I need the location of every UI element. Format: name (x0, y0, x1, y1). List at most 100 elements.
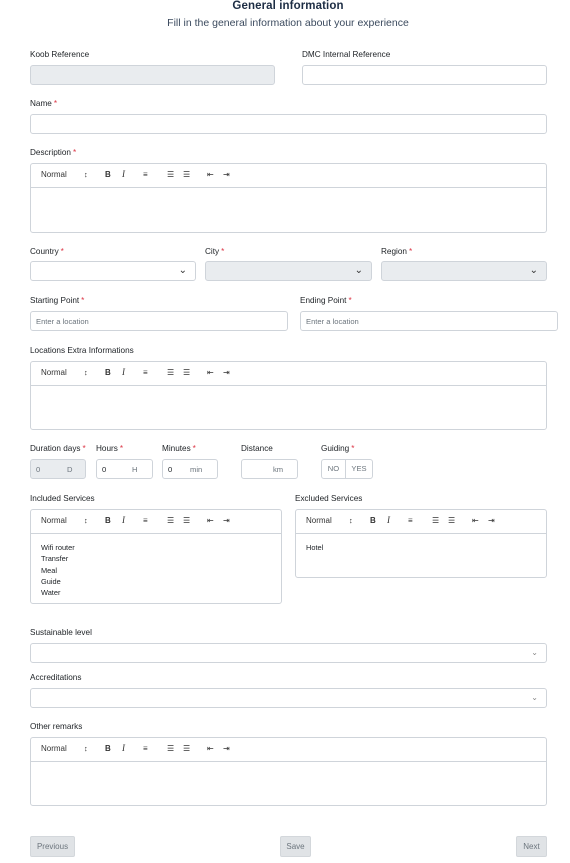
guiding-no-option[interactable]: NO (322, 460, 346, 478)
ordered-list-icon[interactable]: ☰ (167, 170, 174, 179)
koob-reference-input[interactable] (30, 65, 275, 85)
indent-icon[interactable]: ⇥ (223, 744, 230, 753)
format-select[interactable]: Normal (41, 516, 67, 525)
format-arrows-icon[interactable]: ↕ (349, 516, 353, 525)
included-services-label: Included Services (30, 494, 95, 503)
minutes-input[interactable]: 0 min (162, 459, 218, 479)
bullet-list-icon[interactable]: ☰ (183, 368, 190, 377)
outdent-icon[interactable]: ⇤ (207, 170, 214, 179)
bullet-list-icon[interactable]: ☰ (183, 516, 190, 525)
italic-button[interactable]: I (122, 367, 125, 377)
bold-button[interactable]: B (105, 744, 111, 753)
bullet-list-icon[interactable]: ☰ (448, 516, 455, 525)
ending-point-input[interactable]: Enter a location (300, 311, 558, 331)
guiding-toggle[interactable]: NO YES (321, 459, 373, 479)
city-select[interactable]: ⌄ (205, 261, 372, 281)
align-left-icon[interactable]: ≡ (143, 170, 148, 179)
name-input[interactable] (30, 114, 547, 134)
starting-point-placeholder: Enter a location (36, 317, 89, 326)
minutes-value: 0 (168, 465, 173, 474)
duration-days-value: 0 (36, 465, 41, 474)
distance-input[interactable]: km (241, 459, 298, 479)
chevron-down-icon: ⌄ (531, 693, 538, 702)
outdent-icon[interactable]: ⇤ (207, 516, 214, 525)
list-item: Water (41, 588, 61, 598)
included-services-content[interactable]: Wifi router Transfer Meal Guide Water (31, 534, 281, 606)
format-select[interactable]: Normal (41, 744, 67, 753)
bold-button[interactable]: B (105, 516, 111, 525)
bullet-list-icon[interactable]: ☰ (183, 170, 190, 179)
outdent-icon[interactable]: ⇤ (207, 744, 214, 753)
ordered-list-icon[interactable]: ☰ (167, 368, 174, 377)
italic-button[interactable]: I (387, 515, 390, 525)
ordered-list-icon[interactable]: ☰ (167, 744, 174, 753)
starting-point-input[interactable]: Enter a location (30, 311, 288, 331)
ending-point-label: Ending Point * (300, 296, 352, 305)
hours-unit: H (132, 465, 138, 474)
format-select[interactable]: Normal (306, 516, 332, 525)
sustainable-level-label: Sustainable level (30, 628, 92, 637)
editor-toolbar: Normal ↕ B I ≡ ☰ ☰ ⇤ ⇥ (31, 164, 546, 188)
ordered-list-icon[interactable]: ☰ (432, 516, 439, 525)
next-button[interactable]: Next (516, 836, 547, 857)
editor-toolbar: Normal ↕ B I ≡ ☰ ☰ ⇤ ⇥ (296, 510, 546, 534)
format-arrows-icon[interactable]: ↕ (84, 744, 88, 753)
city-label: City * (205, 247, 225, 256)
format-select[interactable]: Normal (41, 368, 67, 377)
italic-button[interactable]: I (122, 743, 125, 753)
page-subtitle: Fill in the general information about yo… (167, 17, 409, 29)
sustainable-level-select[interactable]: ⌄ (30, 643, 547, 663)
included-services-editor[interactable]: Normal ↕ B I ≡ ☰ ☰ ⇤ ⇥ Wifi router Trans… (30, 509, 282, 604)
bold-button[interactable]: B (105, 368, 111, 377)
starting-point-label: Starting Point * (30, 296, 85, 305)
excluded-services-content[interactable]: Hotel (296, 534, 546, 561)
indent-icon[interactable]: ⇥ (223, 516, 230, 525)
italic-button[interactable]: I (122, 515, 125, 525)
italic-button[interactable]: I (122, 169, 125, 179)
outdent-icon[interactable]: ⇤ (207, 368, 214, 377)
page-title: General information (232, 0, 344, 12)
duration-days-input[interactable]: 0 D (30, 459, 86, 479)
indent-icon[interactable]: ⇥ (223, 368, 230, 377)
format-arrows-icon[interactable]: ↕ (84, 368, 88, 377)
format-select[interactable]: Normal (41, 170, 67, 179)
align-left-icon[interactable]: ≡ (408, 516, 413, 525)
bold-button[interactable]: B (370, 516, 376, 525)
editor-toolbar: Normal ↕ B I ≡ ☰ ☰ ⇤ ⇥ (31, 510, 281, 534)
previous-button[interactable]: Previous (30, 836, 75, 857)
indent-icon[interactable]: ⇥ (488, 516, 495, 525)
bullet-list-icon[interactable]: ☰ (183, 744, 190, 753)
excluded-services-editor[interactable]: Normal ↕ B I ≡ ☰ ☰ ⇤ ⇥ Hotel (295, 509, 547, 578)
country-select[interactable]: ⌄ (30, 261, 196, 281)
chevron-down-icon: ⌄ (178, 265, 187, 276)
description-editor[interactable]: Normal ↕ B I ≡ ☰ ☰ ⇤ ⇥ (30, 163, 547, 233)
duration-days-label: Duration days * (30, 444, 86, 453)
hours-input[interactable]: 0 H (96, 459, 153, 479)
ordered-list-icon[interactable]: ☰ (167, 516, 174, 525)
outdent-icon[interactable]: ⇤ (472, 516, 479, 525)
align-left-icon[interactable]: ≡ (143, 516, 148, 525)
ending-point-placeholder: Enter a location (306, 317, 359, 326)
other-remarks-label: Other remarks (30, 722, 83, 731)
other-remarks-editor[interactable]: Normal ↕ B I ≡ ☰ ☰ ⇤ ⇥ (30, 737, 547, 806)
dmc-reference-input[interactable] (302, 65, 547, 85)
list-item: Meal (41, 565, 58, 575)
indent-icon[interactable]: ⇥ (223, 170, 230, 179)
guiding-label: Guiding * (321, 444, 355, 453)
guiding-yes-option[interactable]: YES (346, 460, 372, 478)
distance-label: Distance (241, 444, 273, 453)
bold-button[interactable]: B (105, 170, 111, 179)
editor-toolbar: Normal ↕ B I ≡ ☰ ☰ ⇤ ⇥ (31, 362, 546, 386)
list-item: Transfer (41, 554, 69, 564)
align-left-icon[interactable]: ≡ (143, 744, 148, 753)
align-left-icon[interactable]: ≡ (143, 368, 148, 377)
accreditations-select[interactable]: ⌄ (30, 688, 547, 708)
region-select[interactable]: ⌄ (381, 261, 547, 281)
region-label: Region * (381, 247, 413, 256)
format-arrows-icon[interactable]: ↕ (84, 170, 88, 179)
locations-extra-editor[interactable]: Normal ↕ B I ≡ ☰ ☰ ⇤ ⇥ (30, 361, 547, 430)
save-button[interactable]: Save (280, 836, 311, 857)
chevron-down-icon: ⌄ (529, 265, 538, 276)
format-arrows-icon[interactable]: ↕ (84, 516, 88, 525)
excluded-services-label: Excluded Services (295, 494, 363, 503)
